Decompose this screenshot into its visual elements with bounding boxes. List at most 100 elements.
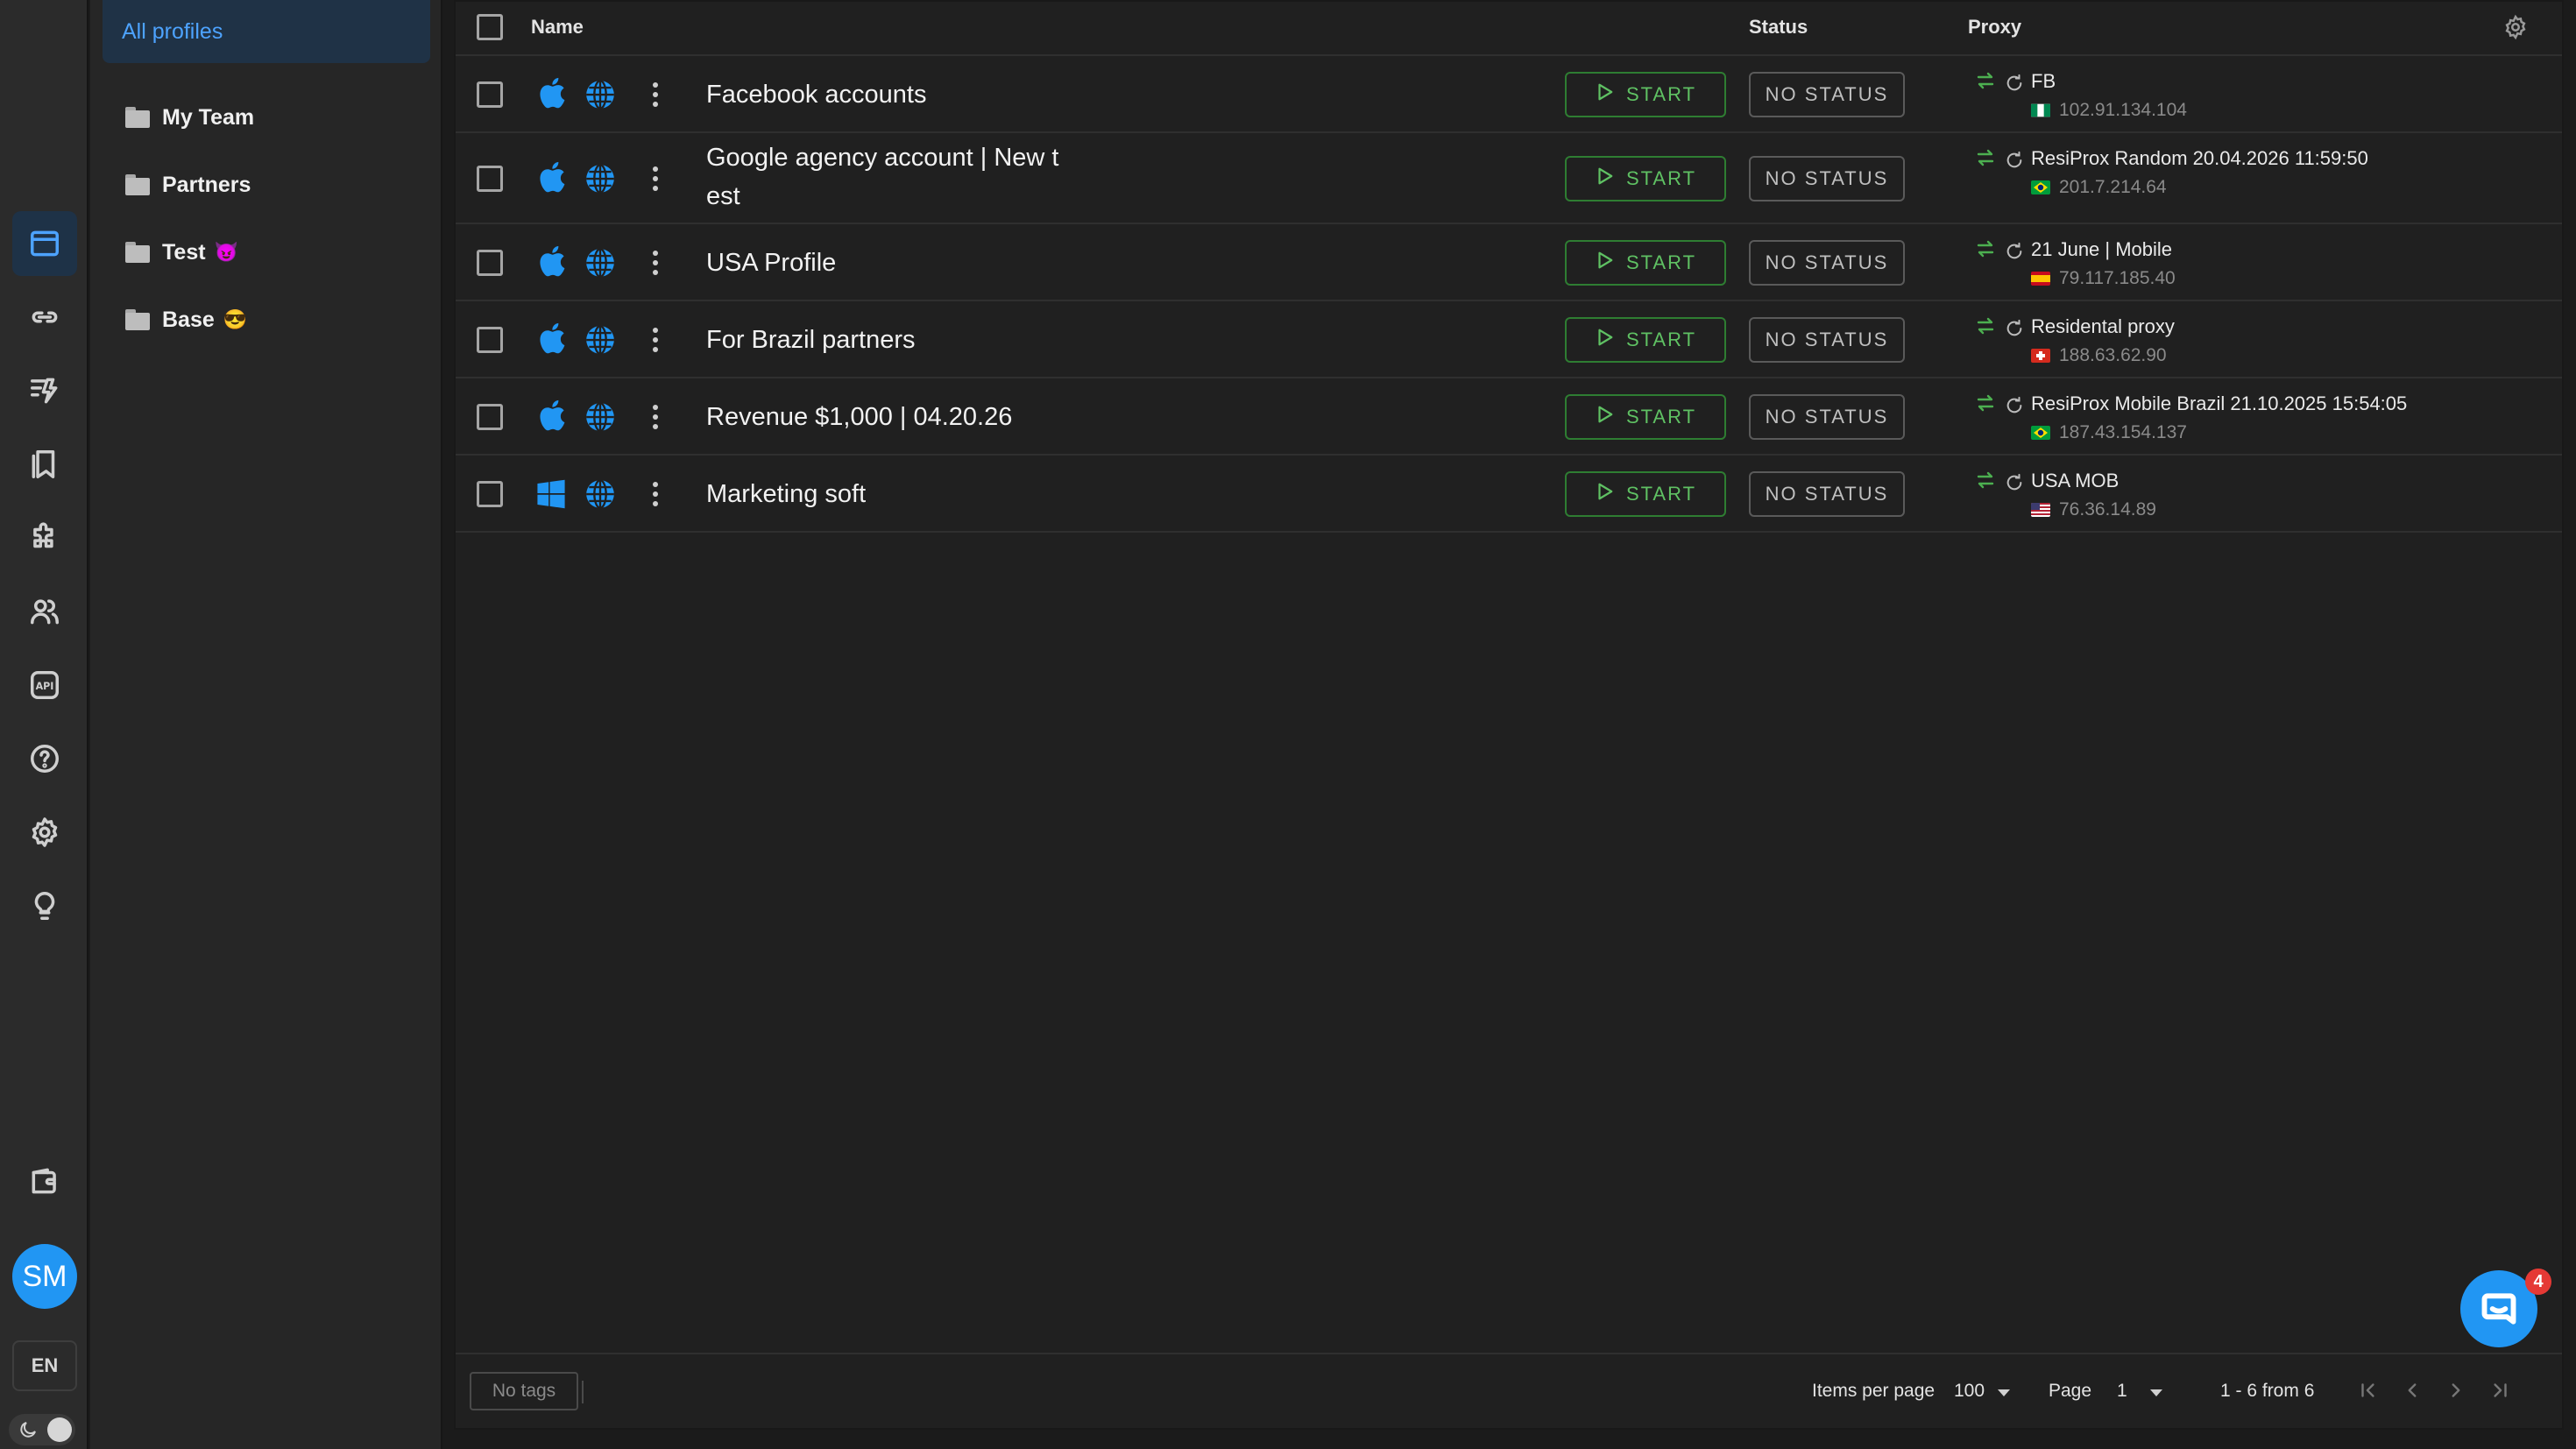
status-button[interactable]: NO STATUS (1749, 317, 1905, 363)
more-menu-icon[interactable] (651, 248, 660, 278)
page-select[interactable]: 1 (2117, 1381, 2127, 1402)
nav-profiles[interactable] (12, 211, 77, 276)
nav-wallet[interactable] (12, 1149, 77, 1213)
column-header-proxy[interactable]: Proxy (1968, 16, 2021, 39)
profile-name[interactable]: Facebook accounts (706, 75, 1092, 114)
select-all-checkbox[interactable] (477, 14, 503, 40)
last-page-icon[interactable] (2488, 1379, 2511, 1402)
status-button[interactable]: NO STATUS (1749, 156, 1905, 201)
swap-icon[interactable] (1975, 238, 1996, 259)
nav-extensions[interactable] (12, 505, 77, 570)
start-button[interactable]: START (1565, 72, 1726, 117)
chevron-down-icon[interactable] (2150, 1389, 2162, 1396)
table-settings-gear-icon[interactable] (2502, 14, 2529, 40)
first-page-icon[interactable] (2357, 1379, 2380, 1402)
folder-icon (125, 309, 150, 330)
row-checkbox[interactable] (477, 81, 503, 108)
refresh-icon[interactable] (2005, 242, 2024, 261)
flag-switzerland-icon (2031, 349, 2050, 363)
refresh-icon[interactable] (2005, 74, 2024, 93)
previous-page-icon[interactable] (2401, 1379, 2424, 1402)
theme-toggle[interactable] (9, 1414, 75, 1445)
users-icon (31, 599, 59, 625)
profile-name[interactable]: For Brazil partners (706, 321, 1092, 359)
nav-settings[interactable] (12, 800, 77, 865)
more-menu-icon[interactable] (651, 80, 660, 110)
more-menu-icon[interactable] (651, 164, 660, 194)
profile-name[interactable]: USA Profile (706, 244, 1092, 282)
start-button[interactable]: START (1565, 156, 1726, 201)
status-button[interactable]: NO STATUS (1749, 394, 1905, 440)
status-button[interactable]: NO STATUS (1749, 240, 1905, 286)
folder-item-test[interactable]: Test 😈 (125, 233, 238, 272)
start-button[interactable]: START (1565, 394, 1726, 440)
folder-item-partners[interactable]: Partners (125, 166, 251, 204)
swap-icon[interactable] (1975, 70, 1996, 91)
folder-item-my-team[interactable]: My Team (125, 98, 254, 137)
more-menu-icon[interactable] (651, 479, 660, 509)
folder-label: Base (162, 307, 215, 332)
nav-bookmarks[interactable] (12, 432, 77, 497)
nav-tips[interactable] (12, 873, 77, 938)
profile-name[interactable]: Marketing soft (706, 475, 1092, 513)
moon-icon (20, 1422, 36, 1438)
gear-icon (32, 817, 58, 847)
chat-unread-badge: 4 (2525, 1269, 2551, 1295)
refresh-icon[interactable] (2005, 473, 2024, 492)
language-button[interactable]: EN (12, 1340, 77, 1391)
more-menu-icon[interactable] (651, 325, 660, 355)
refresh-icon[interactable] (2005, 151, 2024, 170)
row-checkbox[interactable] (477, 166, 503, 192)
more-menu-icon[interactable] (651, 402, 660, 432)
nav-help[interactable] (12, 726, 77, 791)
items-per-page-select[interactable]: 100 (1954, 1381, 1985, 1402)
apple-icon (535, 244, 567, 279)
refresh-icon[interactable] (2005, 319, 2024, 338)
table-row[interactable]: Revenue $1,000 | 04.20.26 START NO STATUS R… (456, 378, 2562, 456)
status-button[interactable]: NO STATUS (1749, 471, 1905, 517)
tags-filter-button[interactable]: No tags (470, 1372, 578, 1410)
folder-item-base[interactable]: Base 😎 (125, 300, 247, 339)
proxy-name: Residental proxy (2031, 315, 2175, 337)
svg-text:API: API (36, 681, 54, 692)
swap-icon[interactable] (1975, 147, 1996, 168)
table-footer: No tags Items per page 100 Page 1 1 - 6 … (456, 1353, 2562, 1428)
refresh-icon[interactable] (2005, 396, 2024, 415)
folder-icon (125, 107, 150, 128)
start-button[interactable]: START (1565, 240, 1726, 286)
table-row[interactable]: For Brazil partners START NO STATUS Residen… (456, 301, 2562, 378)
swap-icon[interactable] (1975, 392, 1996, 413)
start-button[interactable]: START (1565, 317, 1726, 363)
table-row[interactable]: Facebook accounts START NO STATUS FB 102.91.… (456, 56, 2562, 133)
row-checkbox[interactable] (477, 327, 503, 353)
nav-links[interactable] (12, 285, 77, 350)
column-header-name[interactable]: Name (531, 16, 584, 39)
column-header-status[interactable]: Status (1749, 16, 1808, 39)
swap-icon[interactable] (1975, 315, 1996, 336)
swap-icon[interactable] (1975, 470, 1996, 491)
next-page-icon[interactable] (2445, 1379, 2467, 1402)
nav-api[interactable]: API (12, 653, 77, 717)
folder-all-profiles[interactable]: All profiles (103, 0, 430, 63)
divider (582, 1381, 584, 1403)
profile-name[interactable]: Revenue $1,000 | 04.20.26 (706, 398, 1092, 436)
chevron-down-icon[interactable] (1998, 1389, 2010, 1396)
avatar[interactable]: SM (12, 1244, 77, 1309)
row-checkbox[interactable] (477, 250, 503, 276)
chat-icon (2481, 1293, 2516, 1325)
start-label: START (1625, 406, 1697, 428)
row-checkbox[interactable] (477, 404, 503, 430)
profile-name[interactable]: Google agency account | New t est (706, 138, 1092, 216)
wallet-icon (32, 1168, 56, 1194)
nav-automation[interactable] (12, 358, 77, 423)
status-button[interactable]: NO STATUS (1749, 72, 1905, 117)
table-row[interactable]: Marketing soft START NO STATUS USA MOB 76.36… (456, 456, 2562, 533)
table-row[interactable]: Google agency account | New t est START NO… (456, 133, 2562, 224)
row-checkbox[interactable] (477, 481, 503, 507)
table-row[interactable]: USA Profile START NO STATUS 21 June | Mobil… (456, 224, 2562, 301)
start-button[interactable]: START (1565, 471, 1726, 517)
globe-icon (584, 477, 617, 511)
proxy-ip: 79.117.185.40 (2059, 268, 2176, 288)
folder-panel: All profiles My Team Partners Test 😈 Bas… (90, 0, 442, 1449)
nav-team[interactable] (12, 579, 77, 644)
